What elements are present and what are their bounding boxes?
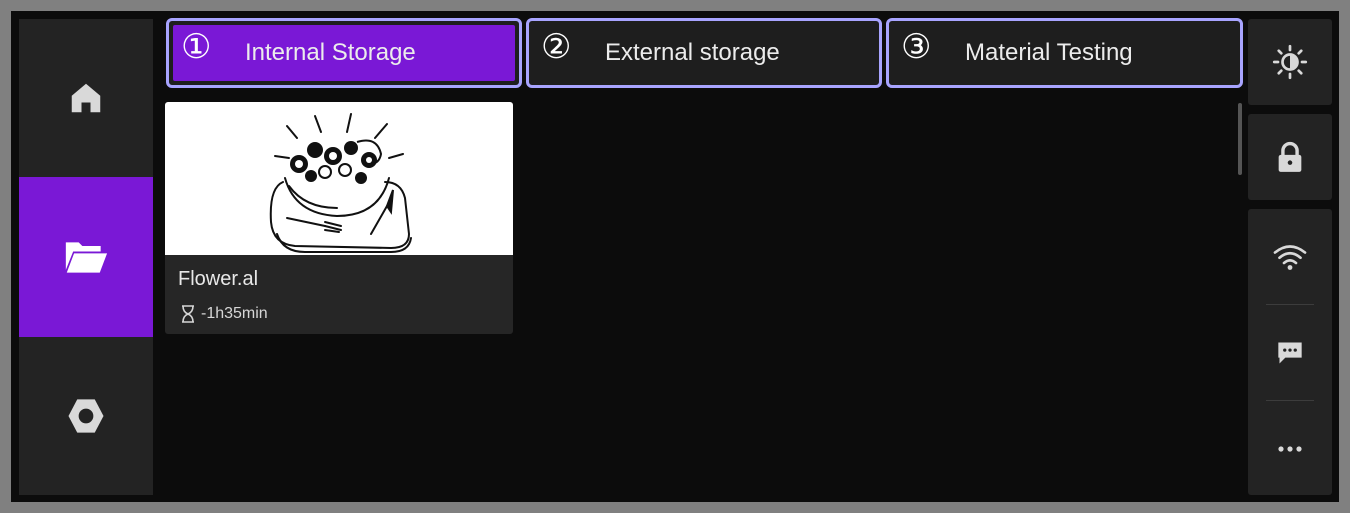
hexagon-nut-icon bbox=[68, 399, 104, 433]
file-duration: -1h35min bbox=[179, 304, 268, 324]
tab-material-testing[interactable]: ③ Material Testing bbox=[886, 18, 1243, 88]
tab-external-storage[interactable]: ② External storage bbox=[526, 18, 882, 88]
lock-icon bbox=[1278, 141, 1302, 172]
message-icon bbox=[1278, 342, 1302, 363]
more-button[interactable] bbox=[1248, 401, 1332, 496]
brightness-button[interactable] bbox=[1248, 19, 1332, 105]
tab-number: ② bbox=[541, 27, 572, 67]
tab-label: External storage bbox=[605, 39, 780, 66]
file-name: Flower.al bbox=[178, 268, 259, 290]
tab-number: ① bbox=[181, 27, 212, 67]
tab-inner: ② External storage bbox=[533, 25, 875, 81]
home-icon bbox=[71, 83, 101, 113]
nav-files[interactable] bbox=[19, 177, 153, 337]
tab-internal-storage[interactable]: ① Internal Storage bbox=[166, 18, 522, 88]
printer-screen: ① Internal Storage ② External storage ③ … bbox=[11, 11, 1339, 502]
tab-label: Internal Storage bbox=[245, 39, 416, 66]
salad-bowl-illustration bbox=[269, 113, 412, 253]
scrollbar[interactable] bbox=[1238, 103, 1242, 175]
file-thumbnail bbox=[165, 102, 513, 255]
tab-inner: ① Internal Storage bbox=[173, 25, 515, 81]
duration-text: -1h35min bbox=[201, 305, 268, 322]
lock-button[interactable] bbox=[1248, 114, 1332, 200]
brightness-icon bbox=[1272, 44, 1308, 80]
left-nav bbox=[19, 19, 153, 495]
folder-open-icon bbox=[65, 242, 108, 273]
tab-inner: ③ Material Testing bbox=[893, 25, 1236, 81]
nav-home[interactable] bbox=[19, 19, 153, 177]
wifi-button[interactable] bbox=[1248, 209, 1332, 304]
status-group bbox=[1248, 209, 1332, 495]
message-button[interactable] bbox=[1248, 305, 1332, 400]
nav-settings[interactable] bbox=[19, 337, 153, 495]
file-card[interactable]: Flower.al -1h35min bbox=[165, 102, 513, 334]
hourglass-icon bbox=[182, 305, 194, 323]
tab-label: Material Testing bbox=[965, 39, 1133, 66]
more-icon bbox=[1278, 445, 1302, 452]
tab-number: ③ bbox=[901, 27, 932, 67]
wifi-icon bbox=[1273, 244, 1307, 270]
